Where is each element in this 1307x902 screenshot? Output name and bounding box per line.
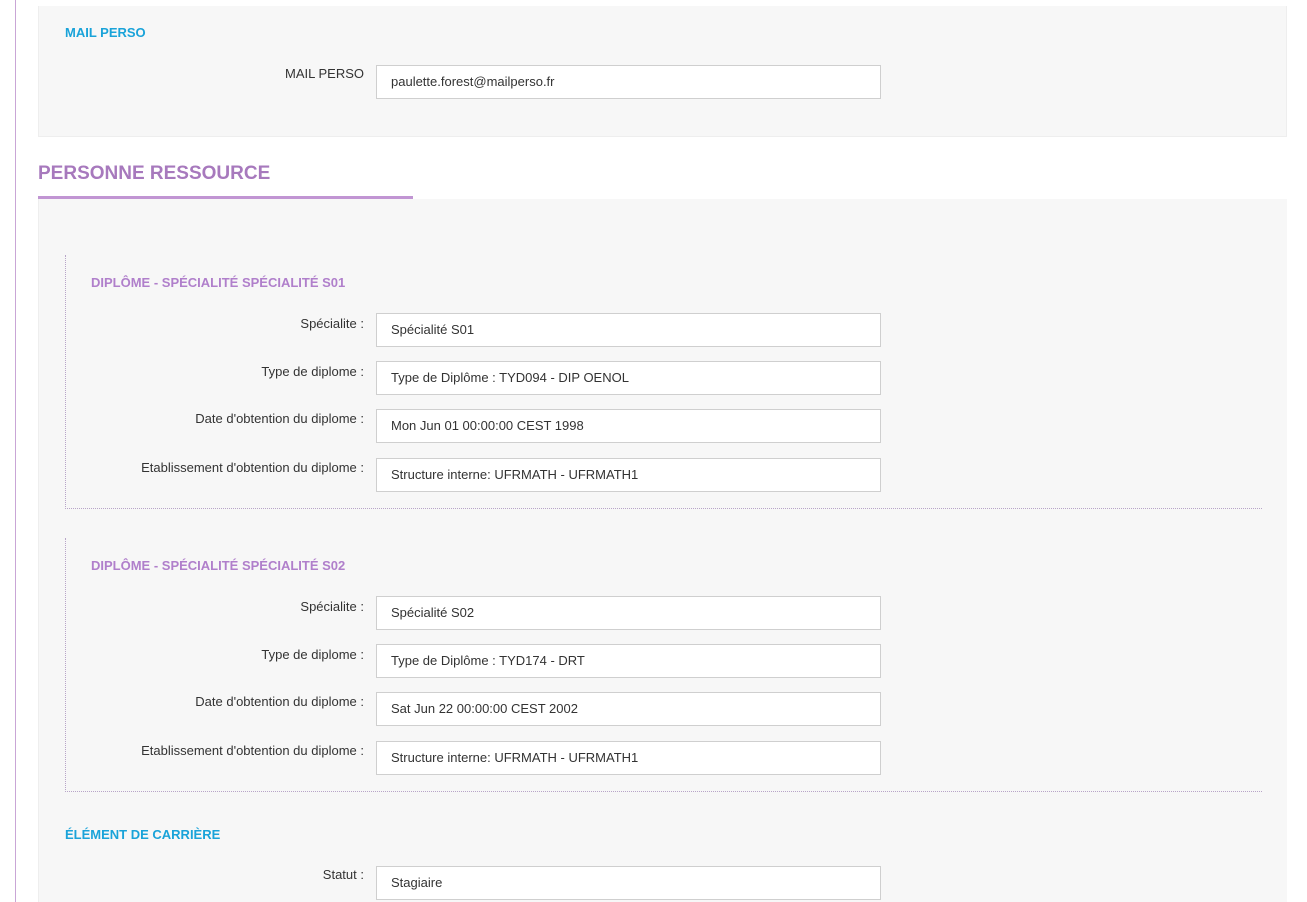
mail-perso-label: MAIL PERSO bbox=[285, 66, 364, 81]
element-carriere-title: ÉLÉMENT DE CARRIÈRE bbox=[65, 827, 221, 842]
date-obtention-field[interactable]: Mon Jun 01 00:00:00 CEST 1998 bbox=[376, 409, 881, 443]
type-diplome-label: Type de diplome : bbox=[261, 647, 364, 662]
date-obtention-label: Date d'obtention du diplome : bbox=[195, 411, 364, 426]
type-diplome-field[interactable]: Type de Diplôme : TYD094 - DIP OENOL bbox=[376, 361, 881, 395]
date-obtention-field[interactable]: Sat Jun 22 00:00:00 CEST 2002 bbox=[376, 692, 881, 726]
specialite-label: Spécialite : bbox=[300, 599, 364, 614]
specialite-field[interactable]: Spécialité S01 bbox=[376, 313, 881, 347]
left-border-rule bbox=[15, 0, 16, 902]
specialite-label: Spécialite : bbox=[300, 316, 364, 331]
type-diplome-label: Type de diplome : bbox=[261, 364, 364, 379]
personne-ressource-heading: PERSONNE RESSOURCE bbox=[38, 163, 271, 184]
etablissement-field[interactable]: Structure interne: UFRMATH - UFRMATH1 bbox=[376, 741, 881, 775]
mail-perso-section-title: MAIL PERSO bbox=[65, 25, 146, 40]
etablissement-field[interactable]: Structure interne: UFRMATH - UFRMATH1 bbox=[376, 458, 881, 492]
statut-field[interactable]: Stagiaire bbox=[376, 866, 881, 900]
date-obtention-label: Date d'obtention du diplome : bbox=[195, 694, 364, 709]
type-diplome-field[interactable]: Type de Diplôme : TYD174 - DRT bbox=[376, 644, 881, 678]
diplome-2-title: DIPLÔME - SPÉCIALITÉ SPÉCIALITÉ S02 bbox=[91, 558, 346, 573]
specialite-field[interactable]: Spécialité S02 bbox=[376, 596, 881, 630]
etablissement-label: Etablissement d'obtention du diplome : bbox=[141, 460, 364, 475]
mail-perso-field[interactable]: paulette.forest@mailperso.fr bbox=[376, 65, 881, 99]
diplome-1-title: DIPLÔME - SPÉCIALITÉ SPÉCIALITÉ S01 bbox=[91, 275, 346, 290]
etablissement-label: Etablissement d'obtention du diplome : bbox=[141, 743, 364, 758]
statut-label: Statut : bbox=[322, 867, 364, 882]
